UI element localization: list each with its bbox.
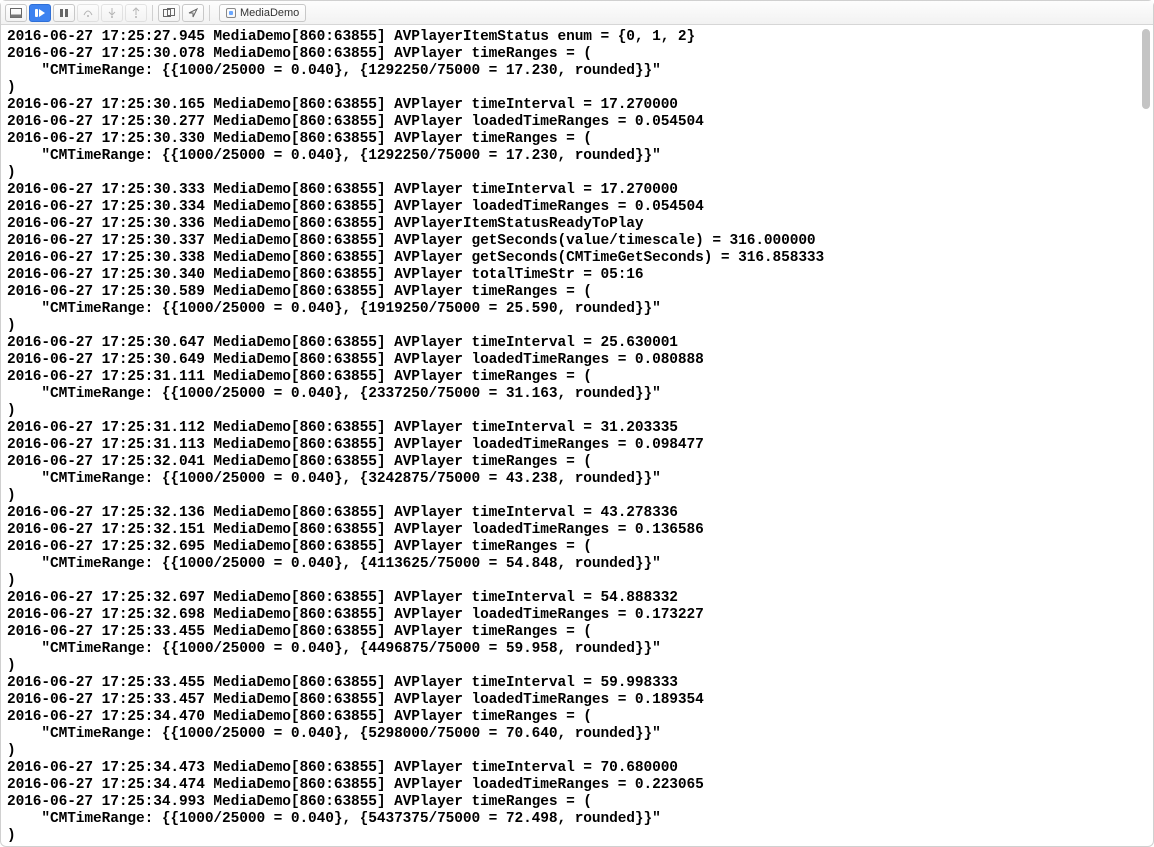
log-line: "CMTimeRange: {{1000/25000 = 0.040}, {19… [7, 301, 1137, 318]
log-line: ) [7, 80, 1137, 97]
log-line: ) [7, 318, 1137, 335]
log-line: 2016-06-27 17:25:30.334 MediaDemo[860:63… [7, 199, 1137, 216]
step-into-button[interactable] [101, 4, 123, 22]
log-line: "CMTimeRange: {{1000/25000 = 0.040}, {32… [7, 471, 1137, 488]
scroll-thumb[interactable] [1142, 29, 1150, 109]
console-area: 2016-06-27 17:25:27.945 MediaDemo[860:63… [1, 25, 1153, 846]
toolbar-separator [152, 5, 153, 21]
log-line: 2016-06-27 17:25:30.165 MediaDemo[860:63… [7, 97, 1137, 114]
log-line: ) [7, 828, 1137, 845]
log-line: 2016-06-27 17:25:33.455 MediaDemo[860:63… [7, 624, 1137, 641]
log-line: 2016-06-27 17:25:31.111 MediaDemo[860:63… [7, 369, 1137, 386]
log-line: 2016-06-27 17:25:32.698 MediaDemo[860:63… [7, 607, 1137, 624]
console-output[interactable]: 2016-06-27 17:25:27.945 MediaDemo[860:63… [1, 25, 1139, 846]
log-line: ) [7, 658, 1137, 675]
log-line: ) [7, 743, 1137, 760]
log-line: "CMTimeRange: {{1000/25000 = 0.040}, {41… [7, 556, 1137, 573]
log-line: 2016-06-27 17:25:31.112 MediaDemo[860:63… [7, 420, 1137, 437]
log-line: 2016-06-27 17:25:30.078 MediaDemo[860:63… [7, 46, 1137, 63]
log-line: "CMTimeRange: {{1000/25000 = 0.040}, {52… [7, 726, 1137, 743]
scheme-label: MediaDemo [240, 7, 299, 19]
log-line: 2016-06-27 17:25:32.697 MediaDemo[860:63… [7, 590, 1137, 607]
toolbar-separator [209, 5, 210, 21]
simulate-location-button[interactable] [182, 4, 204, 22]
log-line: 2016-06-27 17:25:34.993 MediaDemo[860:63… [7, 794, 1137, 811]
log-line: 2016-06-27 17:25:30.589 MediaDemo[860:63… [7, 284, 1137, 301]
log-line: 2016-06-27 17:25:32.136 MediaDemo[860:63… [7, 505, 1137, 522]
debug-view-hierarchy-button[interactable] [158, 4, 180, 22]
log-line: 2016-06-27 17:25:34.473 MediaDemo[860:63… [7, 760, 1137, 777]
log-line: 2016-06-27 17:25:30.336 MediaDemo[860:63… [7, 216, 1137, 233]
vertical-scrollbar[interactable] [1141, 27, 1151, 844]
continue-execution-button[interactable] [29, 4, 51, 22]
app-icon [226, 8, 236, 18]
log-line: 2016-06-27 17:25:30.337 MediaDemo[860:63… [7, 233, 1137, 250]
log-line: 2016-06-27 17:25:27.945 MediaDemo[860:63… [7, 29, 1137, 46]
log-line: "CMTimeRange: {{1000/25000 = 0.040}, {12… [7, 63, 1137, 80]
log-line: 2016-06-27 17:25:30.277 MediaDemo[860:63… [7, 114, 1137, 131]
log-line: "CMTimeRange: {{1000/25000 = 0.040}, {12… [7, 148, 1137, 165]
toggle-debug-area-button[interactable] [5, 4, 27, 22]
debug-toolbar: MediaDemo [1, 1, 1153, 25]
log-line: ) [7, 573, 1137, 590]
log-line: "CMTimeRange: {{1000/25000 = 0.040}, {44… [7, 641, 1137, 658]
step-over-button[interactable] [77, 4, 99, 22]
log-line: ) [7, 488, 1137, 505]
log-line: 2016-06-27 17:25:30.338 MediaDemo[860:63… [7, 250, 1137, 267]
log-line: 2016-06-27 17:25:30.647 MediaDemo[860:63… [7, 335, 1137, 352]
step-out-button[interactable] [125, 4, 147, 22]
log-line: "CMTimeRange: {{1000/25000 = 0.040}, {23… [7, 386, 1137, 403]
debug-console-window: MediaDemo 2016-06-27 17:25:27.945 MediaD… [0, 0, 1154, 847]
log-line: 2016-06-27 17:25:30.340 MediaDemo[860:63… [7, 267, 1137, 284]
log-line: 2016-06-27 17:25:30.333 MediaDemo[860:63… [7, 182, 1137, 199]
process-selector[interactable]: MediaDemo [219, 4, 306, 22]
log-line: 2016-06-27 17:25:34.470 MediaDemo[860:63… [7, 709, 1137, 726]
log-line: ) [7, 165, 1137, 182]
log-line: 2016-06-27 17:25:30.330 MediaDemo[860:63… [7, 131, 1137, 148]
log-line: 2016-06-27 17:25:33.455 MediaDemo[860:63… [7, 675, 1137, 692]
log-line: 2016-06-27 17:25:32.151 MediaDemo[860:63… [7, 522, 1137, 539]
log-line: 2016-06-27 17:25:30.649 MediaDemo[860:63… [7, 352, 1137, 369]
log-line: "CMTimeRange: {{1000/25000 = 0.040}, {54… [7, 811, 1137, 828]
log-line: 2016-06-27 17:25:32.695 MediaDemo[860:63… [7, 539, 1137, 556]
log-line: 2016-06-27 17:25:32.041 MediaDemo[860:63… [7, 454, 1137, 471]
log-line: 2016-06-27 17:25:31.113 MediaDemo[860:63… [7, 437, 1137, 454]
log-line: 2016-06-27 17:25:33.457 MediaDemo[860:63… [7, 692, 1137, 709]
pause-execution-button[interactable] [53, 4, 75, 22]
log-line: ) [7, 403, 1137, 420]
log-line: 2016-06-27 17:25:34.474 MediaDemo[860:63… [7, 777, 1137, 794]
